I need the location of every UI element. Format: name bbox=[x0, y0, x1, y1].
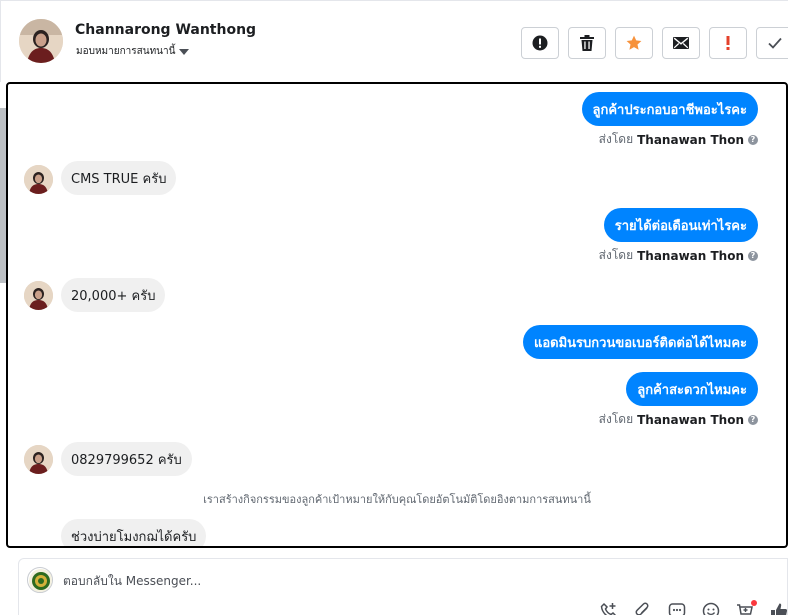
delete-button[interactable] bbox=[568, 27, 606, 59]
chat-dots-icon bbox=[668, 603, 686, 615]
assign-conversation-dropdown[interactable]: มอบหมายการสนทนานี้ bbox=[76, 44, 190, 59]
message-thread[interactable]: ลูกค้าประกอบอาชีพอะไรคะ ส่งโดย Thanawan … bbox=[6, 82, 788, 548]
thumbs-up-icon bbox=[771, 603, 788, 615]
trash-icon bbox=[580, 35, 594, 51]
outgoing-message[interactable]: ลูกค้าสะดวกไหมคะ bbox=[626, 372, 758, 406]
outgoing-message[interactable]: แอดมินรบกวนขอเบอร์ติดต่อได้ไหมคะ bbox=[522, 325, 758, 359]
saved-replies-button[interactable] bbox=[667, 601, 687, 615]
sent-by-prefix: ส่งโดย bbox=[598, 248, 634, 262]
reply-input[interactable] bbox=[63, 571, 663, 591]
incoming-message[interactable]: ช่วงบ่ายโมงกฌได้ครับ bbox=[61, 519, 207, 546]
incoming-message[interactable]: 0829799652 ครับ bbox=[61, 442, 192, 476]
sent-by-prefix: ส่งโดย bbox=[598, 412, 634, 426]
sent-by-label: ส่งโดย Thanawan Thon ? bbox=[599, 410, 758, 429]
check-icon bbox=[768, 37, 782, 49]
system-note: เราสร้างกิจกรรมของลูกค้าเป้าหมายให้กับคุ… bbox=[203, 493, 591, 506]
sender-name[interactable]: Thanawan Thon bbox=[637, 133, 744, 147]
conversation-actions bbox=[521, 27, 788, 59]
contact-avatar-small bbox=[24, 165, 53, 194]
spam-button[interactable] bbox=[521, 27, 559, 59]
help-icon[interactable]: ? bbox=[748, 414, 758, 425]
sent-by-label: ส่งโดย Thanawan Thon ? bbox=[599, 246, 758, 265]
attach-button[interactable] bbox=[633, 601, 653, 615]
follow-up-button[interactable] bbox=[709, 27, 747, 59]
like-button[interactable] bbox=[769, 601, 788, 615]
star-button[interactable] bbox=[615, 27, 653, 59]
help-icon[interactable]: ? bbox=[748, 134, 758, 145]
exclamation-icon bbox=[726, 36, 730, 50]
alert-circle-icon bbox=[532, 35, 548, 51]
incoming-message[interactable]: CMS TRUE ครับ bbox=[61, 161, 177, 195]
paperclip-icon bbox=[635, 602, 649, 615]
contact-avatar[interactable] bbox=[19, 19, 63, 63]
phone-plus-icon bbox=[600, 602, 617, 615]
notification-dot bbox=[751, 600, 757, 606]
star-icon bbox=[626, 35, 642, 50]
smiley-icon bbox=[702, 602, 720, 615]
caret-down-icon bbox=[179, 49, 190, 55]
emoji-button[interactable] bbox=[701, 601, 721, 615]
reply-composer bbox=[18, 558, 788, 615]
conversation-header: Channarong Wanthong มอบหมายการสนทนานี้ bbox=[0, 0, 788, 82]
shop-button[interactable] bbox=[735, 600, 757, 615]
envelope-icon bbox=[673, 37, 689, 49]
outgoing-message[interactable]: ลูกค้าประกอบอาชีพอะไรคะ bbox=[581, 92, 758, 126]
contact-avatar-small bbox=[24, 281, 53, 310]
call-button[interactable] bbox=[599, 601, 619, 615]
composer-tools bbox=[599, 600, 788, 615]
sender-name[interactable]: Thanawan Thon bbox=[637, 249, 744, 263]
contact-avatar-small bbox=[24, 445, 53, 474]
sender-name[interactable]: Thanawan Thon bbox=[637, 413, 744, 427]
outgoing-message[interactable]: รายได้ต่อเดือนเท่าไรคะ bbox=[603, 208, 758, 242]
help-icon[interactable]: ? bbox=[748, 250, 758, 261]
assign-label: มอบหมายการสนทนานี้ bbox=[76, 46, 176, 57]
mark-unread-button[interactable] bbox=[662, 27, 700, 59]
contact-name[interactable]: Channarong Wanthong bbox=[75, 22, 256, 38]
sent-by-label: ส่งโดย Thanawan Thon ? bbox=[599, 130, 758, 149]
sent-by-prefix: ส่งโดย bbox=[598, 132, 634, 146]
page-avatar bbox=[27, 567, 53, 593]
done-button[interactable] bbox=[756, 27, 788, 59]
incoming-message[interactable]: 20,000+ ครับ bbox=[61, 278, 166, 312]
inbox-conversation-view: Channarong Wanthong มอบหมายการสนทนานี้ ล… bbox=[0, 0, 788, 615]
